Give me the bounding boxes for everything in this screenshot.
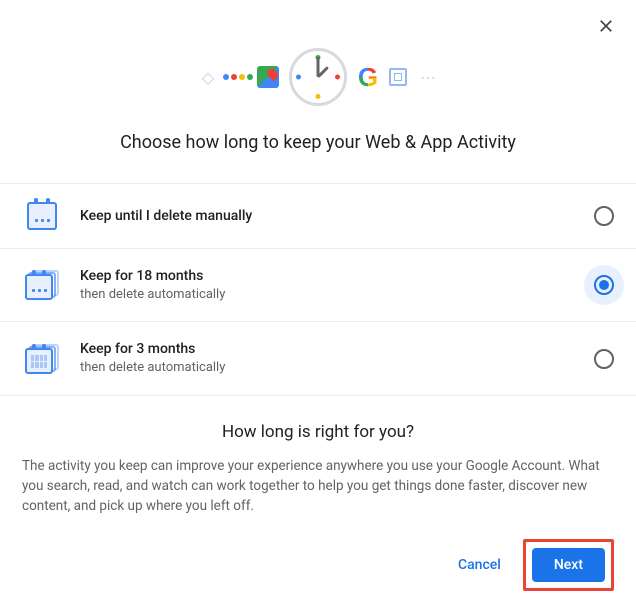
close-icon [596, 16, 616, 36]
option-keep-3-months[interactable]: Keep for 3 months then delete automatica… [0, 322, 636, 395]
next-button-highlight: Next [523, 539, 614, 591]
option-sublabel: then delete automatically [80, 286, 576, 304]
shopping-icon [385, 64, 411, 90]
option-sublabel: then delete automatically [80, 359, 576, 377]
close-button[interactable] [588, 8, 624, 44]
dots-icon: ⋯ [415, 64, 441, 90]
google-icon: G [355, 64, 381, 90]
option-label: Keep until I delete manually [80, 207, 576, 226]
dialog-footer: Cancel Next [0, 529, 636, 609]
next-button[interactable]: Next [532, 548, 605, 582]
cancel-button[interactable]: Cancel [444, 548, 515, 582]
page-title: Choose how long to keep your Web & App A… [0, 114, 636, 183]
calendar-stack-icon [25, 270, 59, 300]
radio-keep-18-months[interactable] [594, 275, 614, 295]
calendar-single-icon [27, 202, 57, 230]
maps-icon [255, 64, 281, 90]
option-keep-manual[interactable]: Keep until I delete manually [0, 184, 636, 249]
info-section: How long is right for you? The activity … [0, 396, 636, 529]
radio-keep-manual[interactable] [594, 206, 614, 226]
tag-icon: ◇ [195, 64, 221, 90]
assistant-icon [225, 64, 251, 90]
option-label: Keep for 18 months [80, 267, 576, 286]
radio-keep-3-months[interactable] [594, 349, 614, 369]
calendar-grid-icon [25, 344, 59, 374]
option-label: Keep for 3 months [80, 340, 576, 359]
info-heading: How long is right for you? [22, 422, 614, 442]
hero-illustration: ◇ G ⋯ [0, 44, 636, 114]
option-keep-18-months[interactable]: Keep for 18 months then delete automatic… [0, 249, 636, 322]
info-body: The activity you keep can improve your e… [22, 456, 614, 517]
clock-icon [289, 48, 347, 106]
retention-options: Keep until I delete manually Keep for 18… [0, 183, 636, 396]
